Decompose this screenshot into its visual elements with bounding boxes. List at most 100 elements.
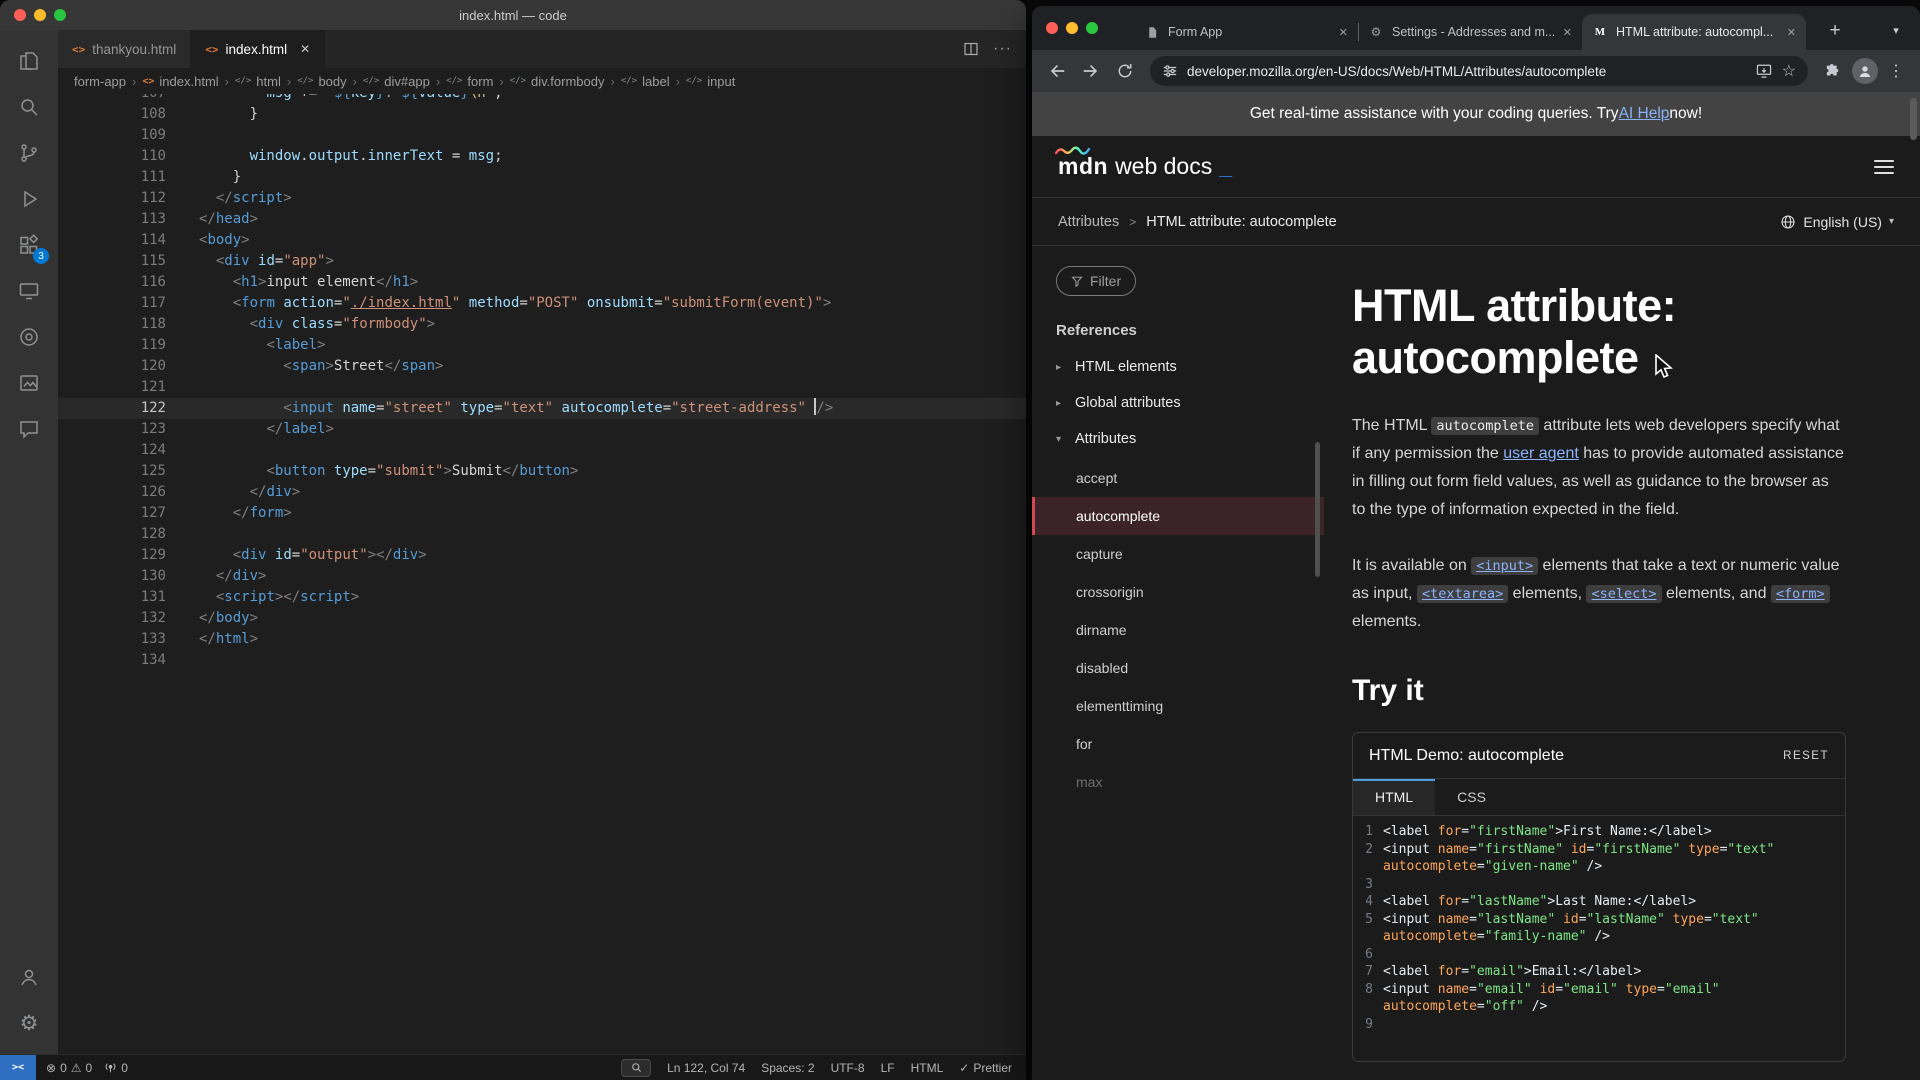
remote-indicator[interactable]: ><: [0, 1055, 36, 1080]
code-line-110[interactable]: 110 window.output.innerText = msg;: [58, 146, 1026, 167]
browser-tab[interactable]: Form App ✕: [1134, 14, 1359, 50]
demo-code-editor[interactable]: 1 <label for="firstName">First Name:</lab…: [1353, 816, 1845, 1061]
breadcrumb-item-form[interactable]: </> form: [446, 74, 493, 89]
remote-explorer-icon[interactable]: [5, 268, 53, 314]
breadcrumb-item-index.html[interactable]: <> index.html: [142, 74, 218, 89]
breadcrumb-item-form-app[interactable]: form-app: [74, 74, 126, 89]
url-text[interactable]: developer.mozilla.org/en-US/docs/Web/HTM…: [1187, 64, 1746, 79]
demo-code-line[interactable]: 7 <label for="email">Email:</label>: [1353, 963, 1845, 981]
address-bar[interactable]: developer.mozilla.org/en-US/docs/Web/HTM…: [1150, 56, 1808, 86]
formatter-status[interactable]: ✓ Prettier: [959, 1061, 1012, 1075]
forward-icon[interactable]: [1076, 56, 1106, 86]
source-control-icon[interactable]: [5, 130, 53, 176]
editor-tab-index.html[interactable]: <> index.html ✕: [191, 30, 326, 68]
code-line-121[interactable]: 121: [58, 377, 1026, 398]
indentation-status[interactable]: Spaces: 2: [761, 1061, 814, 1075]
account-icon[interactable]: [5, 954, 53, 1000]
install-icon[interactable]: [1755, 62, 1773, 80]
close-tab-icon[interactable]: ✕: [1339, 26, 1348, 39]
demo-code-line[interactable]: 8 <input name="email" id="email" type="em…: [1353, 981, 1845, 999]
settings-gear-icon[interactable]: ⚙: [5, 1000, 53, 1046]
extensions-puzzle-icon[interactable]: [1818, 56, 1848, 86]
sidebar-group-Attributes[interactable]: ▾ Attributes: [1056, 421, 1324, 457]
page-scrollbar[interactable]: [1910, 98, 1917, 140]
code-line-114[interactable]: 114 <body>: [58, 230, 1026, 251]
zoom-window-button[interactable]: [1086, 22, 1098, 34]
code-line-113[interactable]: 113 </head>: [58, 209, 1026, 230]
sidebar-item-capture[interactable]: capture: [1056, 535, 1324, 573]
sidebar-scrollbar[interactable]: [1315, 442, 1320, 577]
code-line-109[interactable]: 109: [58, 125, 1026, 146]
breadcrumb-item-div.formbody[interactable]: </> div.formbody: [510, 74, 605, 89]
search-icon[interactable]: [5, 84, 53, 130]
mdn-logo[interactable]: mdn web docs _: [1054, 146, 1232, 180]
demo-code-line[interactable]: 2 <input name="firstName" id="firstName" …: [1353, 841, 1845, 859]
close-tab-icon[interactable]: ✕: [1787, 26, 1796, 39]
code-line-130[interactable]: 130 </div>: [58, 566, 1026, 587]
problems-status[interactable]: ⊗ 0 ⚠ 0: [46, 1061, 92, 1075]
cursor-position[interactable]: Ln 122, Col 74: [667, 1061, 745, 1075]
sidebar-item-elementtiming[interactable]: elementtiming: [1056, 687, 1324, 725]
demo-code-line[interactable]: autocomplete="given-name" />: [1353, 858, 1845, 876]
code-line-117[interactable]: 117 <form action="./index.html" method="…: [58, 293, 1026, 314]
sidebar-item-accept[interactable]: accept: [1056, 459, 1324, 497]
breadcrumb-attributes[interactable]: Attributes: [1058, 214, 1119, 230]
sidebar-item-crossorigin[interactable]: crossorigin: [1056, 573, 1324, 611]
code-line-122[interactable]: 122 <input name="street" type="text" aut…: [58, 398, 1026, 419]
close-tab-icon[interactable]: ✕: [300, 42, 310, 56]
charts-icon[interactable]: [5, 360, 53, 406]
code-line-126[interactable]: 126 </div>: [58, 482, 1026, 503]
feedback-icon[interactable]: [5, 406, 53, 452]
close-tab-icon[interactable]: ✕: [1563, 26, 1572, 39]
minimize-window-button[interactable]: [1066, 22, 1078, 34]
back-icon[interactable]: [1042, 56, 1072, 86]
vscode-titlebar[interactable]: index.html — code: [0, 0, 1026, 30]
code-line-112[interactable]: 112 </script>: [58, 188, 1026, 209]
sidebar-group-HTML elements[interactable]: ▸ HTML elements: [1056, 349, 1324, 385]
code-line-118[interactable]: 118 <div class="formbody">: [58, 314, 1026, 335]
ai-help-banner[interactable]: Get real-time assistance with your codin…: [1032, 92, 1920, 136]
code-line-129[interactable]: 129 <div id="output"></div>: [58, 545, 1026, 566]
browser-menu-icon[interactable]: ⋮: [1882, 61, 1910, 81]
language-mode[interactable]: HTML: [911, 1061, 944, 1075]
run-debug-icon[interactable]: [5, 176, 53, 222]
demo-code-line[interactable]: 9: [1353, 1016, 1845, 1034]
code-line-107[interactable]: 107 msg += `${key}: ${value}\n`;: [58, 94, 1026, 104]
code-line-127[interactable]: 127 </form>: [58, 503, 1026, 524]
editor-tab-thankyou.html[interactable]: <> thankyou.html: [58, 30, 192, 68]
demo-tab-CSS[interactable]: CSS: [1435, 779, 1508, 815]
code-line-125[interactable]: 125 <button type="submit">Submit</button…: [58, 461, 1026, 482]
code-line-119[interactable]: 119 <label>: [58, 335, 1026, 356]
tab-search-icon[interactable]: ▾: [1884, 18, 1908, 42]
encoding-status[interactable]: UTF-8: [831, 1061, 865, 1075]
code-line-134[interactable]: 134: [58, 650, 1026, 671]
hamburger-menu-icon[interactable]: [1874, 159, 1894, 174]
reset-button[interactable]: RESET: [1783, 750, 1829, 762]
browser-tab[interactable]: ⚙ Settings - Addresses and m... ✕: [1358, 14, 1582, 50]
sidebar-item-disabled[interactable]: disabled: [1056, 649, 1324, 687]
code-line-124[interactable]: 124: [58, 440, 1026, 461]
close-window-button[interactable]: [1046, 22, 1058, 34]
breadcrumb-item-input[interactable]: </> input: [686, 74, 735, 89]
sidebar-filter-input[interactable]: Filter: [1056, 266, 1137, 296]
zoom-window-button[interactable]: [54, 9, 66, 21]
code-line-133[interactable]: 133 </html>: [58, 629, 1026, 650]
demo-tab-HTML[interactable]: HTML: [1353, 779, 1436, 816]
browser-tab[interactable]: M HTML attribute: autocompl... ✕: [1582, 14, 1806, 50]
language-switcher[interactable]: English (US) ▾: [1780, 214, 1894, 230]
code-line-111[interactable]: 111 }: [58, 167, 1026, 188]
breadcrumb-item-label[interactable]: </> label: [621, 74, 670, 89]
demo-code-line[interactable]: autocomplete="family-name" />: [1353, 928, 1845, 946]
code-line-131[interactable]: 131 <script></script>: [58, 587, 1026, 608]
extensions-icon[interactable]: 3: [5, 222, 53, 268]
profile-avatar[interactable]: [1852, 58, 1878, 84]
demo-code-line[interactable]: 5 <input name="lastName" id="lastName" ty…: [1353, 911, 1845, 929]
code-line-120[interactable]: 120 <span>Street</span>: [58, 356, 1026, 377]
code-line-128[interactable]: 128: [58, 524, 1026, 545]
demo-code-line[interactable]: 4 <label for="lastName">Last Name:</label…: [1353, 893, 1845, 911]
more-actions-icon[interactable]: ···: [993, 40, 1012, 58]
new-tab-button[interactable]: +: [1822, 18, 1848, 44]
minimize-window-button[interactable]: [34, 9, 46, 21]
site-settings-icon[interactable]: [1162, 63, 1178, 79]
app-logo-icon[interactable]: [5, 314, 53, 360]
